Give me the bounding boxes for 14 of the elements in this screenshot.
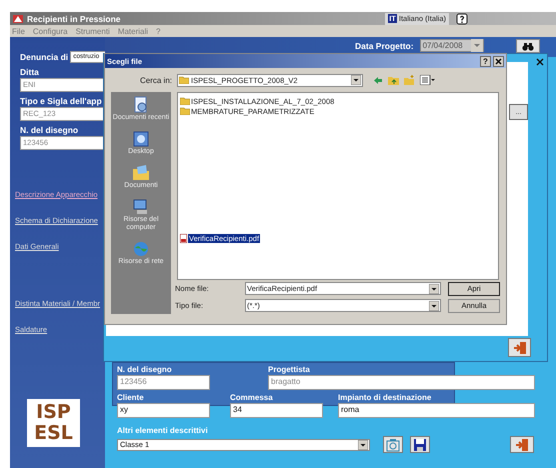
- field-label: Progettista: [268, 365, 311, 374]
- field-label: Altri elementi descrittivi: [117, 426, 209, 435]
- field-label: Cerca in:: [138, 76, 172, 84]
- field-label: Ditta: [20, 67, 40, 77]
- field-label: Tipo e Sigla dell'app: [20, 96, 103, 106]
- window-title: Recipienti in Pressione: [27, 14, 122, 24]
- field-label: N. del disegno: [20, 125, 80, 135]
- field-label: Denuncia di: [20, 52, 68, 62]
- field-label: N. del disegno: [117, 365, 173, 374]
- field-label: Impianto di destinazione: [338, 393, 432, 402]
- logo: ISP ESL: [27, 399, 80, 447]
- field-label: Cliente: [117, 393, 145, 402]
- date-label: Data Progetto:: [355, 41, 414, 51]
- field-label: Commessa: [230, 393, 274, 402]
